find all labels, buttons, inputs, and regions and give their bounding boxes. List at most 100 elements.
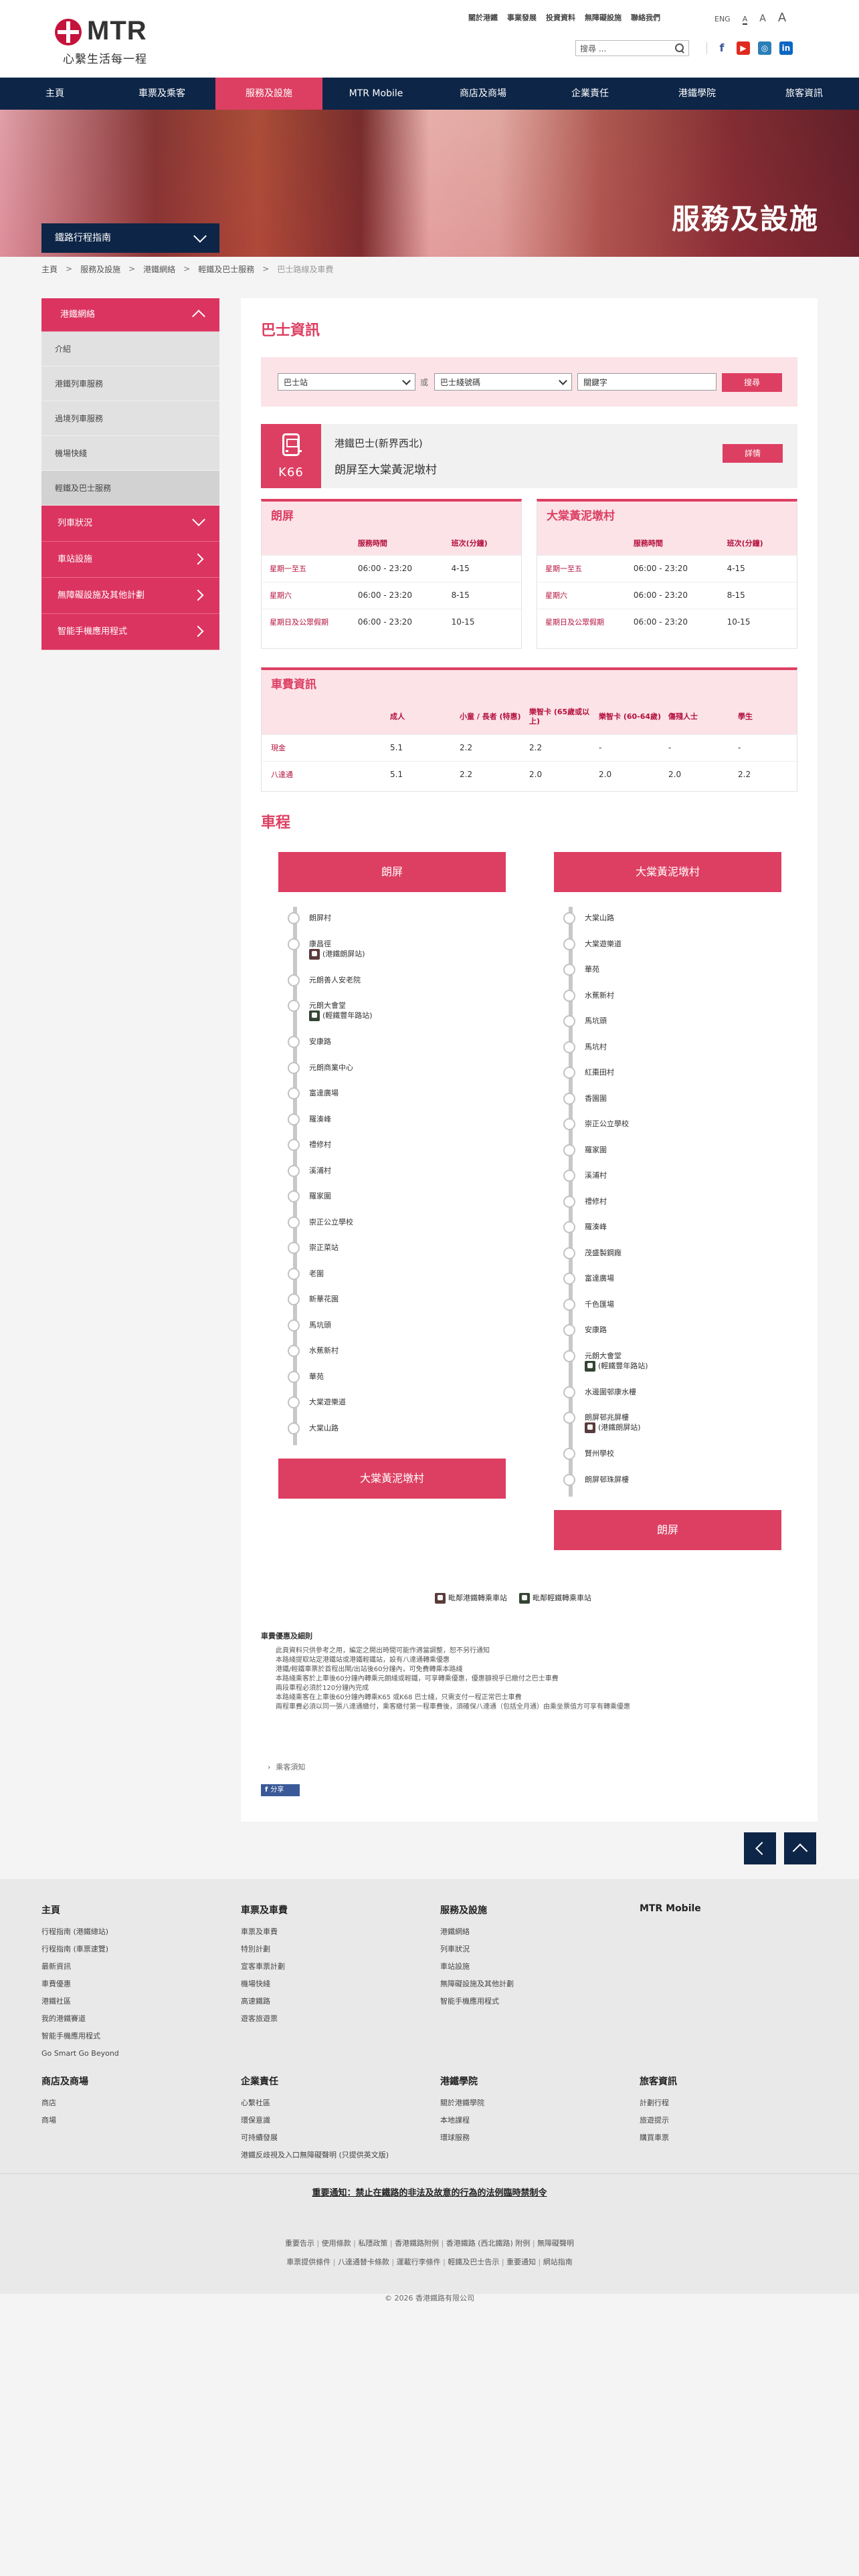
font-size-medium[interactable]: A bbox=[759, 13, 766, 24]
footer-link[interactable]: 無障礙設施及其他計劃 bbox=[440, 1975, 601, 1993]
footer-legal-link[interactable]: 八達通替卡條款 bbox=[338, 2258, 389, 2266]
footer-link[interactable]: 商店 bbox=[41, 2095, 202, 2112]
sidebar-item-train-status[interactable]: 列車狀況 bbox=[41, 506, 219, 542]
footer-link[interactable]: 高速鐵路 bbox=[241, 1993, 401, 2010]
sidebar-subitem[interactable]: 港鐵列車服務 bbox=[41, 366, 219, 401]
footer-link[interactable]: 港鐵社區 bbox=[41, 1993, 202, 2010]
top-link[interactable]: 事業發展 bbox=[507, 12, 537, 23]
back-to-top-button[interactable] bbox=[784, 1832, 816, 1864]
nav-item-academy[interactable]: 港鐵學院 bbox=[644, 78, 751, 110]
footer-link[interactable]: 購買車票 bbox=[640, 2129, 800, 2147]
footer-link[interactable]: 心繫社區 bbox=[241, 2095, 401, 2112]
nav-item-csr[interactable]: 企業責任 bbox=[537, 78, 644, 110]
footer-link[interactable]: 行程指南 (港鐵總站) bbox=[41, 1923, 202, 1941]
trip-guide-button[interactable]: 鐵路行程指南 bbox=[41, 223, 219, 253]
footer-legal-link[interactable]: 無障礙聲明 bbox=[537, 2239, 574, 2248]
footer-column-title[interactable]: 主頁 bbox=[41, 1903, 202, 1917]
footer-column-title[interactable]: 旅客資訊 bbox=[640, 2074, 800, 2088]
nav-item-mtr-mobile[interactable]: MTR Mobile bbox=[322, 78, 430, 110]
footer-link[interactable]: 車站設施 bbox=[440, 1958, 601, 1975]
top-link[interactable]: 關於港鐵 bbox=[468, 12, 498, 23]
top-link[interactable]: 無障礙設施 bbox=[585, 12, 622, 23]
search-icon[interactable] bbox=[674, 43, 685, 53]
footer-link[interactable]: 港鐵網絡 bbox=[440, 1923, 601, 1941]
footer-link[interactable]: 智能手機應用程式 bbox=[440, 1993, 601, 2010]
nav-item-shops[interactable]: 商店及商場 bbox=[430, 78, 537, 110]
lang-eng-link[interactable]: ENG bbox=[714, 15, 731, 23]
footer-link[interactable]: 商場 bbox=[41, 2112, 202, 2129]
mtr-logo[interactable]: MTR 心繫生活每一程 bbox=[55, 16, 162, 66]
footer-link[interactable]: 環球服務 bbox=[440, 2129, 601, 2147]
route-detail-button[interactable]: 詳情 bbox=[723, 444, 783, 463]
footer-legal-link[interactable]: 香港鐵路 (西北鐵路) 附例 bbox=[446, 2239, 531, 2248]
footer-legal-link[interactable]: 重要告示 bbox=[285, 2239, 314, 2248]
keyword-input[interactable]: 關鍵字 bbox=[577, 373, 717, 391]
footer-link[interactable]: 宣客車票計劃 bbox=[241, 1958, 401, 1975]
footer-link[interactable]: 智能手機應用程式 bbox=[41, 2028, 202, 2045]
nav-item-home[interactable]: 主頁 bbox=[1, 78, 108, 110]
footer-link[interactable]: 行程指南 (車票速覽) bbox=[41, 1941, 202, 1958]
footer-column-title[interactable]: 商店及商場 bbox=[41, 2074, 202, 2088]
footer-legal-link[interactable]: 使用條款 bbox=[322, 2239, 351, 2248]
footer-column-title[interactable]: 車票及車費 bbox=[241, 1903, 401, 1917]
footer-column-title[interactable]: 港鐵學院 bbox=[440, 2074, 601, 2088]
nav-item-services[interactable]: 服務及設施 bbox=[215, 78, 322, 110]
facebook-icon[interactable]: f bbox=[715, 41, 729, 55]
sidebar-item-accessibility[interactable]: 無障礙設施及其他計劃 bbox=[41, 578, 219, 614]
footer-legal-link[interactable]: 重要通知 bbox=[506, 2258, 536, 2266]
footer-link[interactable]: 港鐵反歧視及入口無障礙聲明 (只提供英文版) bbox=[241, 2147, 401, 2164]
footer-legal-link[interactable]: 車票提供條件 bbox=[286, 2258, 330, 2266]
footer-link[interactable]: 車費優惠 bbox=[41, 1975, 202, 1993]
important-notice-link[interactable]: 重要通知：禁止在鐵路的非法及故意的行為的法例臨時禁制令 bbox=[312, 2188, 547, 2198]
search-input[interactable]: 搜尋 ... bbox=[575, 40, 689, 56]
route-select[interactable]: 巴士綫號碼 bbox=[434, 373, 572, 391]
font-size-small[interactable]: A bbox=[742, 15, 748, 25]
top-link[interactable]: 聯絡我們 bbox=[631, 12, 660, 23]
breadcrumb-link[interactable]: 港鐵網絡 bbox=[143, 263, 175, 275]
footer-column-title[interactable]: MTR Mobile bbox=[640, 1903, 800, 1914]
footer-link[interactable]: 本地課程 bbox=[440, 2112, 601, 2129]
station-select[interactable]: 巴士站 bbox=[278, 373, 415, 391]
facebook-share-button[interactable]: f 分享 bbox=[261, 1784, 300, 1796]
footer-link[interactable]: 環保意識 bbox=[241, 2112, 401, 2129]
footer-legal-link[interactable]: 私隱政策 bbox=[358, 2239, 387, 2248]
breadcrumb-link[interactable]: 輕鐵及巴士服務 bbox=[198, 263, 254, 275]
search-button[interactable]: 搜尋 bbox=[722, 373, 782, 392]
youtube-icon[interactable]: ▶ bbox=[737, 41, 750, 55]
sidebar-subitem[interactable]: 機場快綫 bbox=[41, 436, 219, 471]
nav-item-travellers[interactable]: 旅客資訊 bbox=[751, 78, 858, 110]
sidebar-subitem[interactable]: 過境列車服務 bbox=[41, 401, 219, 436]
breadcrumb-link[interactable]: 主頁 bbox=[41, 263, 58, 275]
footer-link[interactable]: 可持續發展 bbox=[241, 2129, 401, 2147]
footer-legal-link[interactable]: 香港鐵路附例 bbox=[395, 2239, 439, 2248]
footer-link[interactable]: 旅遊提示 bbox=[640, 2112, 800, 2129]
nav-item-tickets[interactable]: 車票及乘客 bbox=[108, 78, 215, 110]
footer-link[interactable]: 車票及車費 bbox=[241, 1923, 401, 1941]
footer-legal-link[interactable]: 運載行李條件 bbox=[397, 2258, 441, 2266]
back-button[interactable] bbox=[744, 1832, 776, 1864]
footer-column-title[interactable]: 企業責任 bbox=[241, 2074, 401, 2088]
top-link[interactable]: 投資資料 bbox=[546, 12, 575, 23]
footer-legal-link[interactable]: 網站指南 bbox=[543, 2258, 573, 2266]
footer-link[interactable]: 關於港鐵學院 bbox=[440, 2095, 601, 2112]
sidebar-subitem[interactable]: 介紹 bbox=[41, 332, 219, 366]
sidebar-item-network[interactable]: 港鐵網絡 bbox=[41, 298, 219, 332]
footer-link[interactable]: Go Smart Go Beyond bbox=[41, 2045, 202, 2062]
sidebar-item-station-facilities[interactable]: 車站設施 bbox=[41, 542, 219, 578]
passenger-notice-link[interactable]: 乘客須知 bbox=[268, 1761, 305, 1772]
sidebar-subitem-selected[interactable]: 輕鐵及巴士服務 bbox=[41, 471, 219, 506]
footer-column-title[interactable]: 服務及設施 bbox=[440, 1903, 601, 1917]
linkedin-icon[interactable]: in bbox=[779, 41, 793, 55]
font-size-large[interactable]: A bbox=[778, 11, 786, 25]
footer-link[interactable]: 我的港鐵賽道 bbox=[41, 2010, 202, 2028]
footer-link[interactable]: 列車狀況 bbox=[440, 1941, 601, 1958]
footer-link[interactable]: 機場快綫 bbox=[241, 1975, 401, 1993]
instagram-icon[interactable]: ◎ bbox=[758, 41, 771, 55]
footer-legal-link[interactable]: 輕鐵及巴士告示 bbox=[448, 2258, 499, 2266]
footer-link[interactable]: 遊客旅遊票 bbox=[241, 2010, 401, 2028]
footer-link[interactable]: 最新資訊 bbox=[41, 1958, 202, 1975]
footer-link[interactable]: 計劃行程 bbox=[640, 2095, 800, 2112]
footer-link[interactable]: 特別計劃 bbox=[241, 1941, 401, 1958]
breadcrumb-link[interactable]: 服務及設施 bbox=[80, 263, 120, 275]
sidebar-item-apps[interactable]: 智能手機應用程式 bbox=[41, 614, 219, 650]
